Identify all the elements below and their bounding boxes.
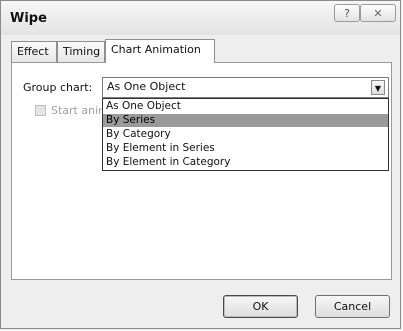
ok-button[interactable]: OK <box>223 295 298 318</box>
title-bar[interactable]: Wipe ? ✕ <box>1 1 400 35</box>
group-chart-selected-value: As One Object <box>107 80 186 93</box>
dialog-title: Wipe <box>10 11 47 26</box>
group-chart-label: Group chart: <box>23 81 93 94</box>
chevron-down-icon[interactable]: ▼ <box>371 80 385 95</box>
tab-effect[interactable]: Effect <box>11 41 57 63</box>
option-by-series[interactable]: By Series <box>103 114 388 127</box>
help-button[interactable]: ? <box>334 4 360 22</box>
option-by-category[interactable]: By Category <box>103 128 388 141</box>
tab-chart-animation[interactable]: Chart Animation <box>105 39 215 63</box>
wipe-dialog: Wipe ? ✕ Effect Timing Chart Animation G… <box>0 0 401 329</box>
start-animating-background-label: Start animating background <box>51 104 101 117</box>
option-by-element-in-series[interactable]: By Element in Series <box>103 142 388 155</box>
tab-timing[interactable]: Timing <box>57 41 105 63</box>
group-chart-dropdown-list: As One Object By Series By Category By E… <box>102 98 389 171</box>
option-as-one-object[interactable]: As One Object <box>103 100 388 113</box>
group-chart-select[interactable]: As One Object ▼ <box>102 77 389 98</box>
cancel-button[interactable]: Cancel <box>315 295 390 318</box>
close-button[interactable]: ✕ <box>360 4 396 22</box>
option-by-element-in-category[interactable]: By Element in Category <box>103 156 388 169</box>
start-animating-background-checkbox[interactable] <box>35 105 46 116</box>
